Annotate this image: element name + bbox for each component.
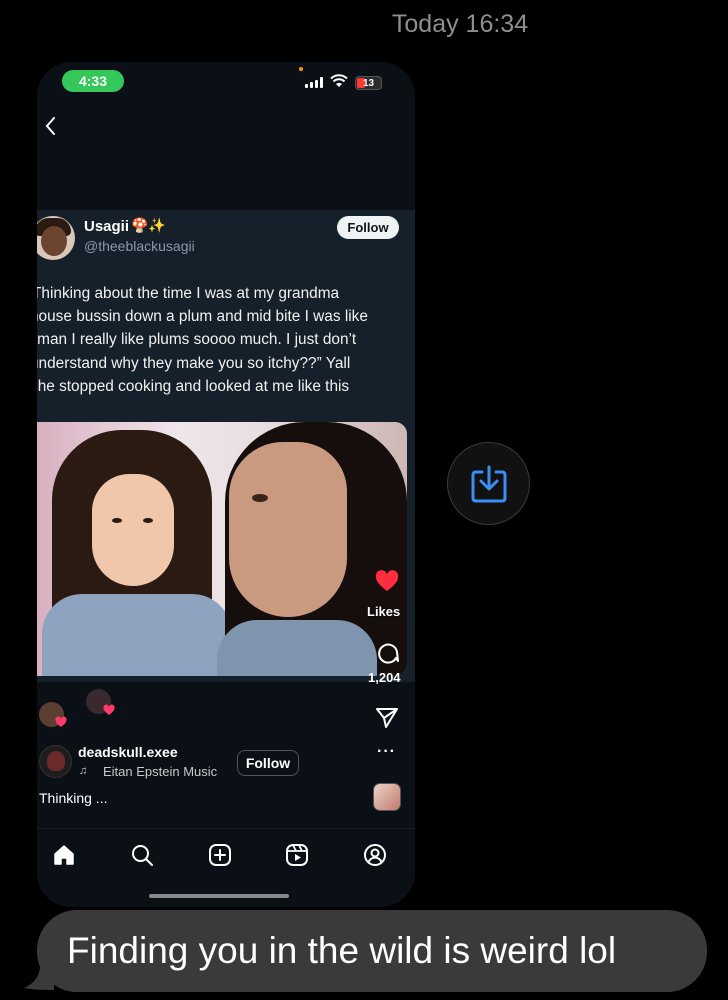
likes-label[interactable]: Likes xyxy=(367,604,400,619)
bottom-nav xyxy=(37,828,415,878)
tweet-name-emojis: 🍄✨ xyxy=(131,217,166,233)
back-chevron-icon[interactable] xyxy=(42,114,60,138)
reaction-heart-icon xyxy=(55,716,67,727)
download-icon xyxy=(471,465,506,502)
reel-author-avatar[interactable] xyxy=(39,745,72,778)
home-icon[interactable] xyxy=(52,843,76,867)
tweet-photo xyxy=(37,422,407,676)
create-icon[interactable] xyxy=(208,843,232,867)
more-options-icon[interactable]: ··· xyxy=(377,743,396,761)
tweet-line: understand why they make you so itchy??”… xyxy=(37,354,351,372)
tweet-line: she stopped cooking and looked at me lik… xyxy=(37,377,350,395)
privacy-indicator xyxy=(299,67,303,71)
wifi-icon xyxy=(330,74,348,87)
reels-icon[interactable] xyxy=(285,843,309,867)
status-bar: 4:33 13 xyxy=(37,62,415,102)
shared-screenshot[interactable]: 4:33 13 Usagii 🍄✨ @theeblackusagii Follo… xyxy=(37,62,415,907)
audio-thumbnail[interactable] xyxy=(373,783,401,811)
share-send-icon[interactable] xyxy=(375,707,399,729)
tweet-text: Thinking about the time I was at my gran… xyxy=(37,282,415,398)
home-indicator xyxy=(149,894,289,898)
battery-icon: 13 xyxy=(355,76,382,90)
save-image-button[interactable] xyxy=(447,442,530,525)
profile-icon[interactable] xyxy=(363,843,387,867)
tweet-line: “man I really like plums soooo much. I j… xyxy=(37,331,357,349)
tweet-card: Usagii 🍄✨ @theeblackusagii Follow Thinki… xyxy=(37,210,415,682)
reel-follow-button[interactable]: Follow xyxy=(237,750,299,776)
message-timestamp: Today 16:34 xyxy=(391,10,529,38)
reel-music-label[interactable]: Eitan Epstein Music xyxy=(103,764,217,779)
reaction-heart-icon xyxy=(103,704,115,715)
reel-caption[interactable]: Thinking ... xyxy=(39,790,107,806)
tweet-author-name: Usagii xyxy=(84,218,130,235)
search-icon[interactable] xyxy=(130,843,154,867)
status-time: 4:33 xyxy=(62,70,124,92)
message-text: Finding you in the wild is weird lol xyxy=(67,930,617,971)
tweet-follow-button[interactable]: Follow xyxy=(337,216,399,239)
tweet-handle: @theeblackusagii xyxy=(84,238,195,254)
reel-username[interactable]: deadskull.exee xyxy=(78,744,178,760)
music-note-icon: ♫ xyxy=(79,765,88,777)
tweet-line: Thinking about the time I was at my gran… xyxy=(37,285,340,302)
like-heart-icon[interactable] xyxy=(375,570,399,592)
signal-icon xyxy=(305,77,323,88)
comment-icon[interactable] xyxy=(376,640,400,664)
tweet-line: house bussin down a plum and mid bite I … xyxy=(37,308,368,326)
tweet-avatar[interactable] xyxy=(37,216,75,260)
message-bubble[interactable]: Finding you in the wild is weird lol xyxy=(37,910,707,992)
battery-level: 13 xyxy=(362,77,375,89)
comment-count: 1,204 xyxy=(368,670,401,685)
